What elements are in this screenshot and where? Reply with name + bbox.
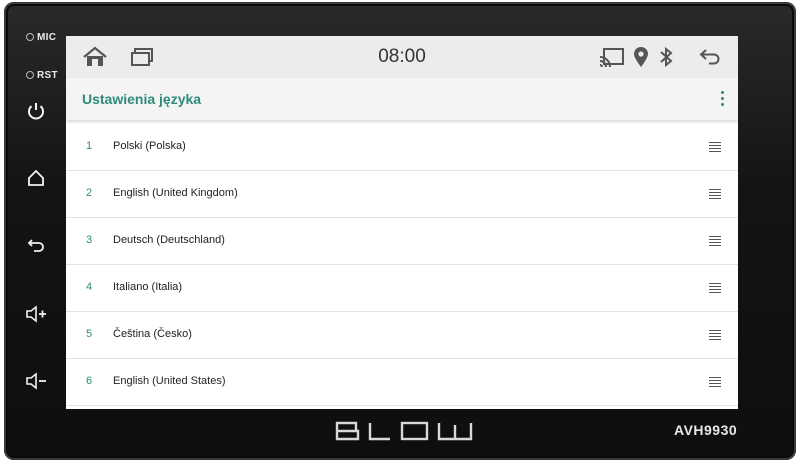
reset-button[interactable]: RST bbox=[26, 70, 58, 81]
location-status bbox=[632, 45, 650, 69]
volume-down-icon bbox=[26, 372, 46, 390]
language-order-number: 4 bbox=[86, 281, 93, 293]
language-name: Deutsch (Deutschland) bbox=[113, 234, 225, 246]
overflow-dot-icon bbox=[720, 97, 724, 100]
home-hardware-button[interactable] bbox=[24, 168, 48, 192]
home-outline-icon bbox=[28, 169, 44, 186]
power-button[interactable] bbox=[24, 101, 48, 125]
language-name: Čeština (Česko) bbox=[113, 328, 192, 340]
screen-cast-status bbox=[599, 45, 625, 69]
list-item[interactable]: 1 Polski (Polska) bbox=[66, 124, 738, 171]
overflow-menu-button[interactable] bbox=[716, 88, 728, 110]
drag-handle-icon[interactable] bbox=[709, 330, 721, 340]
language-order-number: 1 bbox=[86, 140, 93, 152]
language-order-number: 2 bbox=[86, 187, 93, 199]
language-order-number: 3 bbox=[86, 234, 93, 246]
bluetooth-icon bbox=[660, 46, 673, 68]
back-nav-button[interactable] bbox=[698, 45, 722, 69]
list-item[interactable]: 3 Deutsch (Deutschland) bbox=[66, 218, 738, 265]
reset-hole-icon bbox=[26, 71, 34, 80]
mic-label: MIC bbox=[37, 32, 57, 43]
cast-icon bbox=[599, 48, 624, 68]
rst-label: RST bbox=[37, 70, 58, 81]
language-order-number: 6 bbox=[86, 375, 93, 387]
bluetooth-status bbox=[658, 45, 674, 69]
list-item[interactable]: 4 Italiano (Italia) bbox=[66, 265, 738, 312]
language-order-number: 5 bbox=[86, 328, 93, 340]
status-bar: 08:00 bbox=[66, 36, 738, 78]
language-name: Italiano (Italia) bbox=[113, 281, 183, 293]
volume-down-button[interactable] bbox=[24, 371, 48, 395]
power-icon bbox=[28, 103, 44, 120]
head-unit-bezel: MIC RST 08:00 Ustawienia języka 1 Polski… bbox=[4, 2, 796, 460]
language-name: English (United Kingdom) bbox=[113, 187, 238, 199]
volume-up-icon bbox=[26, 305, 46, 323]
back-arrow-icon bbox=[699, 49, 720, 65]
drag-handle-icon[interactable] bbox=[709, 142, 721, 152]
overflow-dot-icon bbox=[720, 103, 724, 106]
back-hardware-button[interactable] bbox=[24, 235, 48, 259]
back-arrow-icon bbox=[27, 239, 44, 252]
volume-up-button[interactable] bbox=[24, 304, 48, 328]
location-pin-icon bbox=[634, 47, 648, 67]
drag-handle-icon[interactable] bbox=[709, 236, 721, 246]
language-list: 1 Polski (Polska) 2 English (United King… bbox=[66, 124, 738, 406]
drag-handle-icon[interactable] bbox=[709, 283, 721, 293]
app-bar: Ustawienia języka bbox=[66, 78, 738, 120]
list-item[interactable]: 5 Čeština (Česko) bbox=[66, 312, 738, 359]
language-name: English (United States) bbox=[113, 375, 226, 387]
list-item[interactable]: 2 English (United Kingdom) bbox=[66, 171, 738, 218]
list-item[interactable]: 6 English (United States) bbox=[66, 359, 738, 406]
model-label: AVH9930 bbox=[674, 422, 738, 438]
drag-handle-icon[interactable] bbox=[709, 189, 721, 199]
touch-screen: 08:00 Ustawienia języka 1 Polski (Polska… bbox=[66, 36, 738, 409]
language-name: Polski (Polska) bbox=[113, 140, 186, 152]
brand-logo bbox=[335, 421, 473, 441]
mic-hole-icon bbox=[26, 33, 34, 42]
drag-handle-icon[interactable] bbox=[709, 377, 721, 387]
page-title: Ustawienia języka bbox=[82, 91, 202, 107]
overflow-dot-icon bbox=[720, 91, 724, 94]
mic-indicator: MIC bbox=[26, 32, 56, 43]
